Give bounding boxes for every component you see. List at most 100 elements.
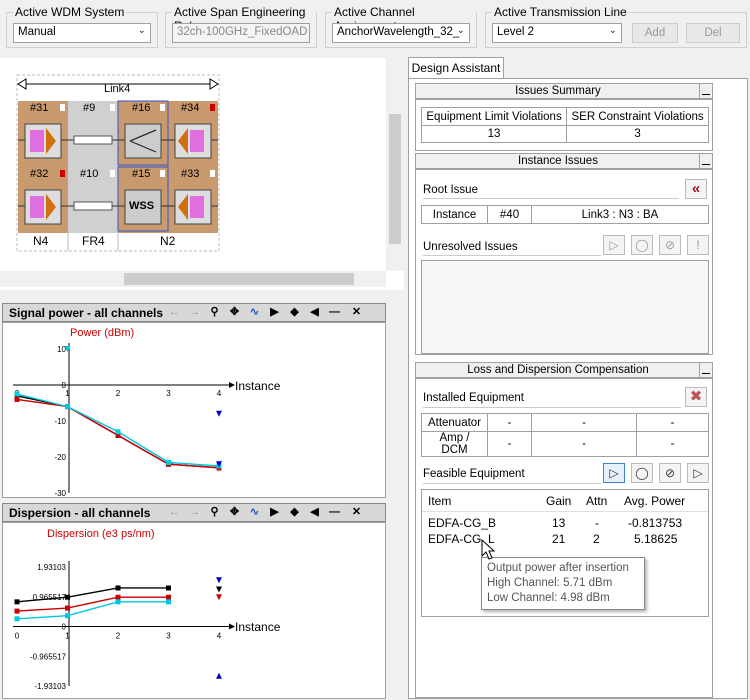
arrow-right-icon[interactable]: → (187, 505, 202, 520)
table-row[interactable]: EDFA-CG_L 21 2 5.18625 (422, 532, 708, 548)
signal-chart: 100-10-20-3001234 Power (dBm) Instance (2, 322, 386, 498)
move-icon[interactable]: ✥ (227, 505, 242, 520)
x-tick-label: 3 (166, 632, 171, 641)
disp-chart: 1.93103 0.965517 0 -0.965517 -1.93103 0 1 2 3 4 D… (2, 522, 386, 699)
amplifier-icon[interactable]: ▷ (603, 235, 625, 255)
tooltip-high: High Channel: 5.71 dBm (487, 577, 613, 589)
collapse-icon[interactable] (699, 153, 713, 169)
x-tick-label: 3 (166, 389, 171, 398)
step-back-icon[interactable]: ◀ (307, 305, 322, 320)
arrow-left-icon[interactable]: ← (167, 505, 182, 520)
attn-cell: 2 (593, 532, 600, 546)
data-point (166, 599, 171, 605)
dcm-icon[interactable]: ◯ (631, 463, 653, 483)
attn-header[interactable]: Attn (586, 494, 607, 508)
arrow-left-icon[interactable]: ← (167, 305, 182, 320)
attenuator-icon[interactable]: ⊘ (659, 463, 681, 483)
amp-dcm-icon[interactable]: ▷ (687, 463, 709, 483)
zoom-icon[interactable]: ⚲ (207, 305, 222, 320)
data-point (115, 429, 121, 435)
power-cell: -0.813753 (628, 516, 683, 530)
close-icon[interactable]: ✕ (349, 505, 364, 520)
add-button[interactable]: Add (632, 23, 678, 43)
wdm-group: Active WDM System Manual ⌄ (6, 5, 158, 48)
minimize-icon[interactable]: — (327, 505, 342, 520)
h-scroll-thumb[interactable] (124, 273, 354, 285)
move-icon[interactable]: ✥ (227, 305, 242, 320)
close-icon[interactable]: ✕ (349, 305, 364, 320)
arrow-right-icon[interactable]: → (187, 305, 202, 320)
del-button[interactable]: Del (686, 23, 740, 43)
graph-icon[interactable]: ∿ (247, 305, 262, 320)
back-double-icon[interactable]: « (685, 179, 707, 199)
warning-icon[interactable]: ! (687, 235, 709, 255)
step-back-icon[interactable]: ◀ (307, 505, 322, 520)
limit-marker (216, 594, 222, 601)
unresolved-issues-list[interactable] (421, 260, 709, 354)
installed-cell: - (487, 413, 532, 432)
divider (423, 255, 601, 256)
diagram-panel: Link4 #31 #9 #16 #34 #32 #10 #15 #33 WSS… (0, 58, 404, 290)
gain-header[interactable]: Gain (546, 494, 571, 508)
node-15[interactable]: #15 (132, 168, 150, 180)
x-tick-label: 2 (116, 632, 121, 641)
data-point (166, 585, 171, 591)
attenuator-icon[interactable]: ⊘ (659, 235, 681, 255)
power-cell: 5.18625 (634, 532, 678, 546)
collapse-icon[interactable] (699, 83, 713, 99)
gain-cell: 13 (552, 516, 566, 530)
remove-icon[interactable]: ✖ (685, 387, 707, 407)
collapse-icon[interactable] (699, 362, 713, 378)
minimize-icon[interactable]: — (327, 305, 342, 320)
node-34[interactable]: #34 (181, 102, 199, 114)
v-scroll-thumb[interactable] (389, 114, 401, 244)
disp-ylabel: Dispersion (e3 ps/nm) (47, 528, 155, 540)
graph-icon[interactable]: ∿ (247, 505, 262, 520)
h-scrollbar[interactable] (0, 271, 386, 287)
node-31[interactable]: #31 (30, 102, 48, 114)
line-select[interactable]: Level 2 ⌄ (492, 23, 622, 43)
wss-label: WSS (129, 200, 155, 212)
dcm-icon[interactable]: ◯ (631, 235, 653, 255)
feasible-equipment-label: Feasible Equipment (423, 468, 525, 480)
item-header[interactable]: Item (428, 494, 451, 508)
y-tick-label: -10 (54, 417, 66, 426)
wdm-value: Manual (18, 26, 56, 38)
node-16[interactable]: #16 (132, 102, 150, 114)
zoom-icon[interactable]: ⚲ (207, 505, 222, 520)
node-32[interactable]: #32 (30, 168, 48, 180)
root-issue-label: Root Issue (423, 184, 478, 196)
v-scrollbar[interactable] (386, 58, 404, 271)
tab-design-assistant[interactable]: Design Assistant (408, 57, 504, 79)
avg-power-header[interactable]: Avg. Power (624, 494, 685, 508)
channel-select[interactable]: AnchorWavelength_32_ ⌄ (332, 23, 470, 43)
charts-scrollbar[interactable] (388, 300, 404, 699)
divider (423, 198, 679, 199)
divider (423, 483, 601, 484)
instance-location-cell[interactable]: Link3 : N3 : BA (531, 205, 709, 224)
step-both-icon[interactable]: ◆ (287, 305, 302, 320)
node-10[interactable]: #10 (80, 168, 98, 180)
table-row[interactable]: EDFA-CG_B 13 - -0.813753 (422, 516, 708, 532)
wdm-select[interactable]: Manual ⌄ (13, 23, 151, 43)
node-9[interactable]: #9 (83, 102, 95, 114)
cursor-icon (481, 539, 496, 560)
instance-issues-title: Instance Issues (415, 153, 701, 169)
node-33[interactable]: #33 (181, 168, 199, 180)
span-select[interactable]: 32ch-100GHz_FixedOAD (172, 23, 310, 43)
installed-table: Attenuator - - - Amp / DCM - - - (421, 413, 709, 457)
data-point (65, 605, 70, 611)
step-forward-icon[interactable]: ▶ (267, 305, 282, 320)
amplifier-icon[interactable]: ▷ (603, 463, 625, 483)
signal-ylabel: Power (dBm) (70, 327, 135, 339)
x-tick-label: 1 (65, 632, 70, 641)
y-tick-label: 1.93103 (37, 563, 66, 572)
site-fr4: FR4 (82, 234, 105, 248)
tooltip-low: Low Channel: 4.98 dBm (487, 592, 610, 604)
x-tick-label: 2 (116, 389, 121, 398)
channel-group: Active Channel Assignment AnchorWaveleng… (325, 5, 477, 48)
step-both-icon[interactable]: ◆ (287, 505, 302, 520)
signal-chart-title: Signal power - all channels (9, 306, 164, 320)
signal-chart-header: Signal power - all channels ← → ⚲ ✥ ∿ ▶ … (2, 303, 386, 322)
step-forward-icon[interactable]: ▶ (267, 505, 282, 520)
